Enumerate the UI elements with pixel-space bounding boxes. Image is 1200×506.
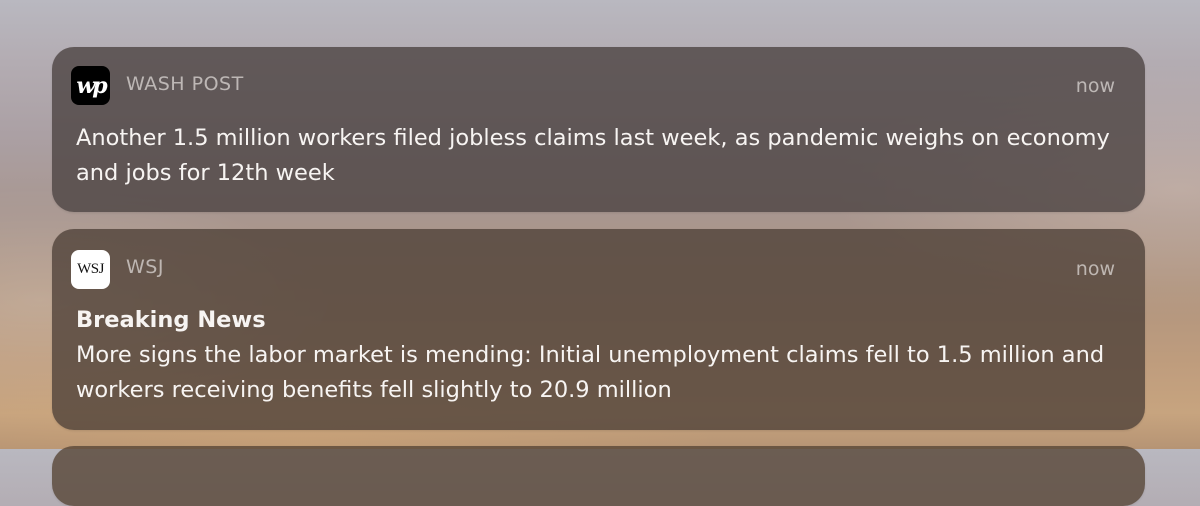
notification-washpost[interactable]: wp WASH POST now Another 1.5 million wor… — [52, 47, 1145, 212]
wsj-icon: WSJ — [71, 250, 110, 289]
wsj-icon-mark: WSJ — [77, 261, 104, 277]
notification-body: Another 1.5 million workers filed jobles… — [76, 125, 1110, 186]
notification-partial[interactable] — [52, 446, 1145, 506]
notification-wsj[interactable]: WSJ WSJ now Breaking News More signs the… — [52, 229, 1145, 430]
washington-post-icon: wp — [71, 66, 110, 105]
notification-time: now — [1075, 75, 1115, 97]
notification-app-name: WSJ — [126, 256, 164, 278]
notification-title: Breaking News — [76, 307, 266, 333]
notification-body: More signs the labor market is mending: … — [76, 342, 1105, 403]
notification-time: now — [1075, 258, 1115, 280]
washington-post-icon-mark: wp — [76, 72, 107, 99]
notification-app-name: WASH POST — [126, 73, 244, 95]
